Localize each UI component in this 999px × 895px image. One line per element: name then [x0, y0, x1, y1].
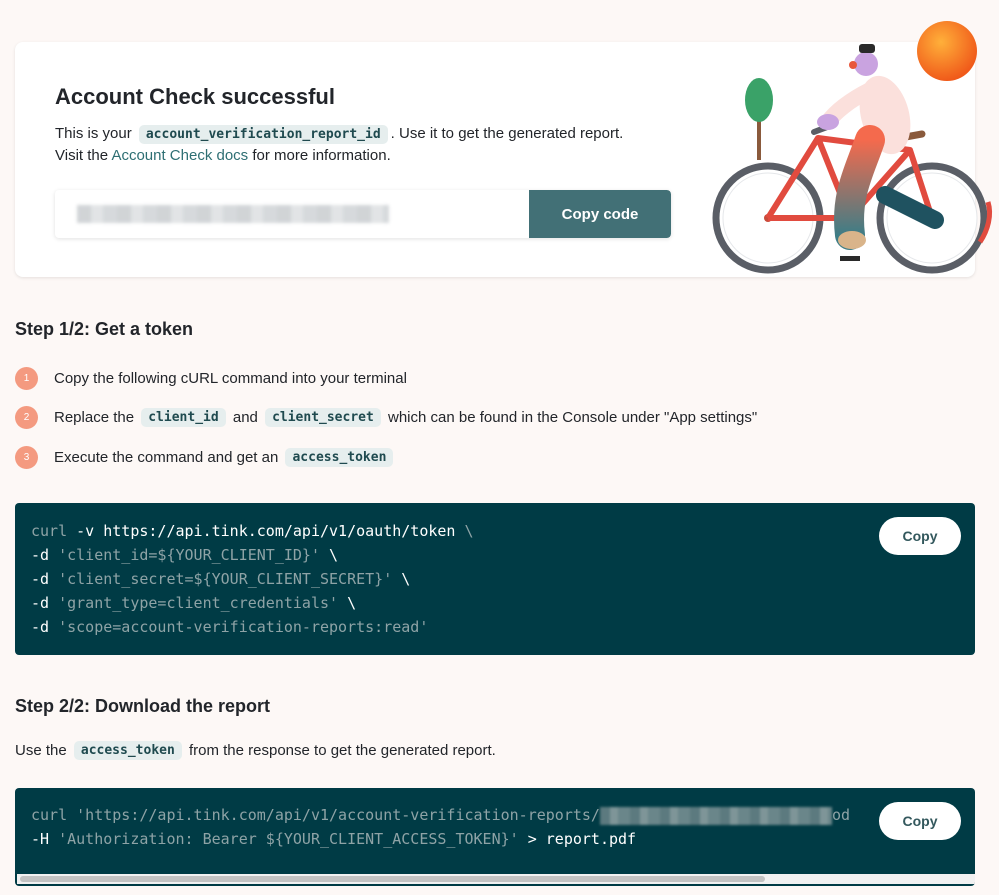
redacted-report-id: [77, 205, 389, 223]
step2-description: Use the access_token from the response t…: [15, 741, 496, 760]
report-id-description: This is your account_verification_report…: [55, 125, 624, 144]
step1-item-2: 2 Replace the client_id and client_secre…: [15, 406, 757, 429]
copy-code-button[interactable]: Copy code: [529, 190, 671, 238]
report-id-code: account_verification_report_id: [138, 125, 388, 144]
report-id-field: Copy code: [55, 190, 671, 238]
access-token-code: access_token: [73, 741, 182, 760]
token-code-block: curl -v https://api.tink.com/api/v1/oaut…: [15, 503, 975, 655]
report-code-block: curl 'https://api.tink.com/api/v1/accoun…: [15, 788, 975, 886]
step1-item-3: 3 Execute the command and get an access_…: [15, 446, 396, 469]
step2-heading: Step 2/2: Download the report: [15, 696, 271, 716]
client-id-code: client_id: [141, 408, 226, 427]
step1-heading: Step 1/2: Get a token: [15, 319, 194, 339]
step1-item-1: 1 Copy the following cURL command into y…: [15, 367, 407, 390]
step-number-badge: 1: [15, 367, 38, 390]
access-token-code: access_token: [285, 448, 394, 467]
docs-description: Visit the Account Check docs for more in…: [55, 147, 391, 164]
horizontal-scrollbar[interactable]: [17, 874, 975, 884]
copy-token-command-button[interactable]: Copy: [879, 517, 961, 555]
redacted-report-id: [599, 806, 832, 825]
success-title: Account Check successful: [55, 84, 335, 109]
token-curl-command: curl -v https://api.tink.com/api/v1/oaut…: [31, 522, 474, 636]
client-secret-code: client_secret: [265, 408, 381, 427]
copy-report-command-button[interactable]: Copy: [879, 802, 961, 840]
step-number-badge: 2: [15, 406, 38, 429]
account-check-docs-link[interactable]: Account Check docs: [111, 147, 248, 164]
report-curl-command: curl 'https://api.tink.com/api/v1/accoun…: [31, 806, 851, 848]
step-number-badge: 3: [15, 446, 38, 469]
scrollbar-thumb[interactable]: [20, 876, 765, 882]
cyclist-illustration: [712, 21, 993, 274]
